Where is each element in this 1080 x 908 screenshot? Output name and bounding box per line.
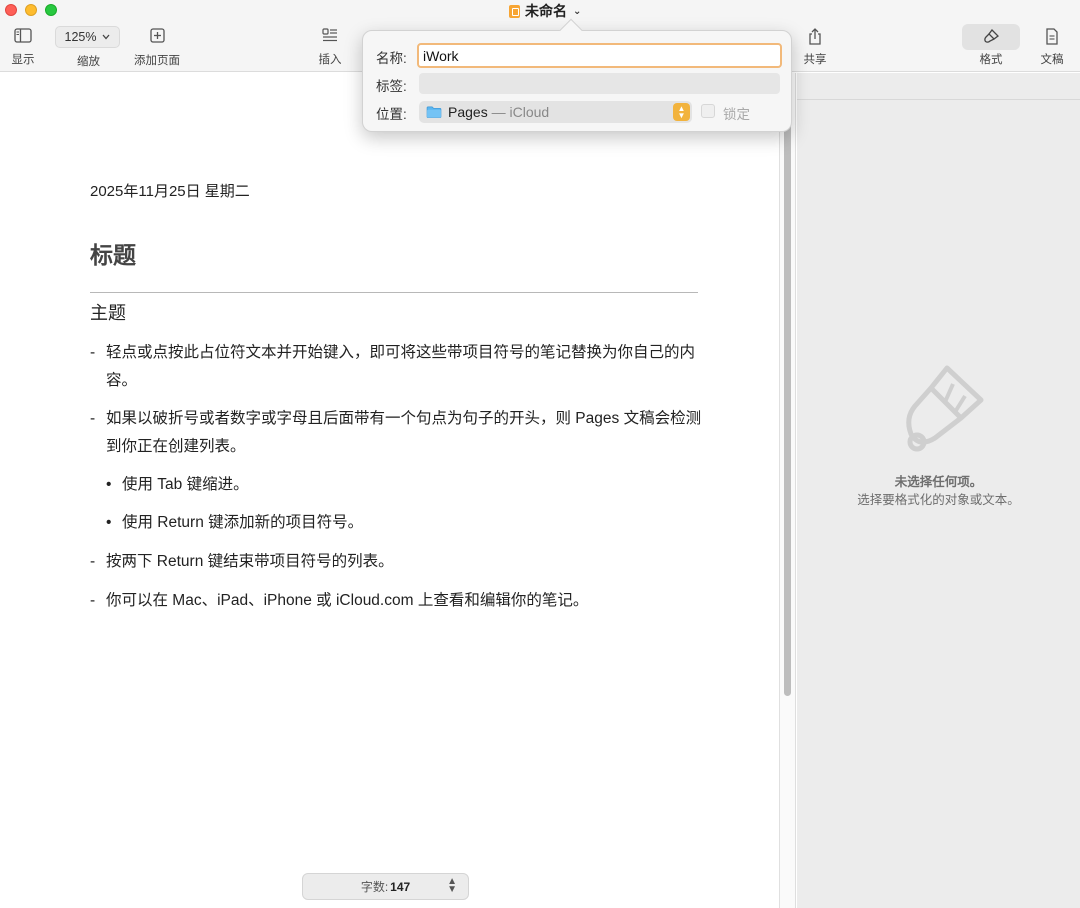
list-item[interactable]: - 如果以破折号或者数字或字母且后面带有一个句点为句子的开头，则 Pages 文… <box>90 405 706 461</box>
document-icon <box>1046 28 1058 45</box>
insert-label: 插入 <box>318 54 342 66</box>
share-label: 共享 <box>803 54 827 66</box>
sidebar-icon <box>14 28 32 43</box>
list-item[interactable]: • 使用 Return 键添加新的项目符号。 <box>106 509 722 537</box>
location-sub: — iCloud <box>487 104 550 120</box>
inspector-divider <box>797 99 1080 100</box>
list-item-text: 使用 Return 键添加新的项目符号。 <box>122 514 364 531</box>
word-count-control[interactable]: 字数: 147 ▲ ▼ <box>302 873 469 900</box>
word-count-label: 字数: <box>360 880 389 894</box>
tags-field[interactable] <box>419 73 780 94</box>
word-count-value: 147 <box>390 879 411 894</box>
zoom-value: 125% <box>64 30 97 44</box>
pages-document-icon <box>509 4 520 18</box>
chevron-down-icon <box>102 34 110 40</box>
inspector-empty-subtitle: 选择要格式化的对象或文本。 <box>857 493 1020 507</box>
paintbrush-icon <box>983 29 999 43</box>
document-heading[interactable]: 标题 <box>90 236 136 270</box>
chevron-down-icon: ⌄ <box>573 5 582 17</box>
share-button[interactable]: 共享 <box>800 24 830 67</box>
minimize-window-button[interactable] <box>25 4 37 16</box>
list-marker: • <box>106 514 112 531</box>
list-item[interactable]: - 轻点或点按此占位符文本并开始键入，即可将这些带项目符号的笔记替换为你自己的内… <box>90 339 706 395</box>
scrollbar-thumb[interactable] <box>784 88 791 696</box>
insert-button[interactable]: 插入 <box>315 24 345 67</box>
format-button[interactable]: 格式 <box>976 24 1006 67</box>
location-select[interactable]: Pages — iCloud ▲ ▼ <box>419 101 692 123</box>
document-date[interactable]: 2025年11月25日 星期二 <box>90 180 250 201</box>
add-page-button[interactable]: 添加页面 <box>130 24 184 68</box>
document-title: 未命名 <box>525 3 567 19</box>
share-icon <box>809 28 821 45</box>
view-label: 显示 <box>11 54 35 66</box>
name-field[interactable] <box>417 43 782 68</box>
folder-icon <box>426 106 442 118</box>
list-item-text: 按两下 Return 键结束带项目符号的列表。 <box>106 553 394 570</box>
list-item-text: 轻点或点按此占位符文本并开始键入，即可将这些带项目符号的笔记替换为你自己的内容。 <box>106 344 696 389</box>
view-button[interactable]: 显示 <box>8 24 38 67</box>
document-label: 文稿 <box>1040 54 1064 66</box>
fullscreen-window-button[interactable] <box>45 4 57 16</box>
plus-square-icon <box>149 28 165 43</box>
close-window-button[interactable] <box>5 4 17 16</box>
name-label: 名称: <box>376 51 407 66</box>
zoom-select[interactable]: 125% <box>55 26 120 48</box>
zoom-label: 缩放 <box>77 56 100 68</box>
format-label: 格式 <box>979 54 1003 66</box>
list-marker: - <box>90 344 96 361</box>
list-item-text: 你可以在 Mac、iPad、iPhone 或 iCloud.com 上查看和编辑… <box>106 592 589 609</box>
location-value: Pages <box>448 104 488 120</box>
inspector-empty-title: 未选择任何项。 <box>894 475 983 489</box>
list-item-text: 如果以破折号或者数字或字母且后面带有一个句点为句子的开头，则 Pages 文稿会… <box>106 410 702 455</box>
list-item-text: 使用 Tab 键缩进。 <box>122 476 249 493</box>
heading-divider <box>90 292 698 293</box>
paintbrush-icon <box>906 365 984 452</box>
list-marker: - <box>90 592 96 609</box>
list-item[interactable]: • 使用 Tab 键缩进。 <box>106 471 722 499</box>
document-button[interactable]: 文稿 <box>1037 24 1067 67</box>
add-page-label: 添加页面 <box>134 55 180 67</box>
document-subheading[interactable]: 主题 <box>90 299 126 325</box>
lock-checkbox[interactable] <box>701 104 715 118</box>
list-item[interactable]: - 你可以在 Mac、iPad、iPhone 或 iCloud.com 上查看和… <box>90 587 706 615</box>
up-down-chevron-icon: ▲ ▼ <box>673 103 690 121</box>
location-label: 位置: <box>376 107 407 122</box>
list-marker: • <box>106 476 112 493</box>
insert-text-icon <box>322 28 337 42</box>
list-item[interactable]: - 按两下 Return 键结束带项目符号的列表。 <box>90 548 706 576</box>
list-marker: - <box>90 553 96 570</box>
list-marker: - <box>90 410 96 427</box>
tags-label: 标签: <box>376 79 407 94</box>
up-down-chevron-icon: ▲ ▼ <box>447 876 457 895</box>
lock-label: 锁定 <box>723 107 750 122</box>
